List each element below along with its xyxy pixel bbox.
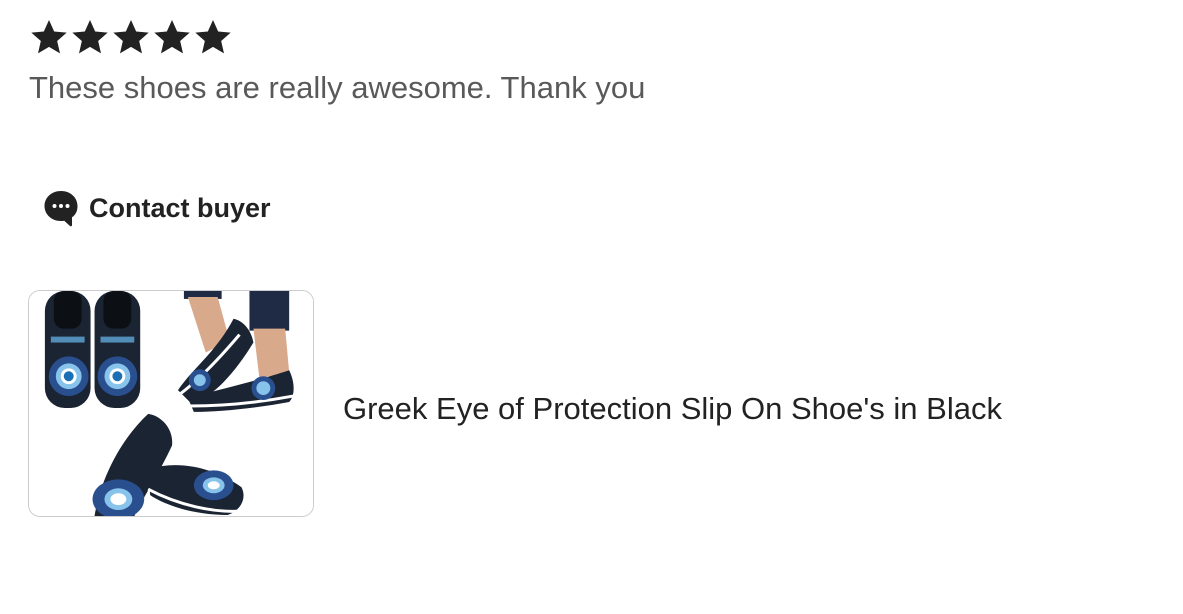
product-image[interactable] <box>28 290 314 517</box>
star-icon <box>72 20 108 54</box>
contact-buyer-label: Contact buyer <box>89 193 271 223</box>
star-icon <box>154 20 190 54</box>
star-icon <box>195 20 231 54</box>
review-text: These shoes are really awesome. Thank yo… <box>29 70 646 105</box>
contact-buyer-button[interactable]: Contact buyer <box>43 188 271 228</box>
product-title-link[interactable]: Greek Eye of Protection Slip On Shoe's i… <box>343 389 1002 429</box>
chat-bubble-icon <box>44 191 78 227</box>
star-icon <box>31 20 67 54</box>
star-rating <box>29 17 233 57</box>
star-icon <box>113 20 149 54</box>
